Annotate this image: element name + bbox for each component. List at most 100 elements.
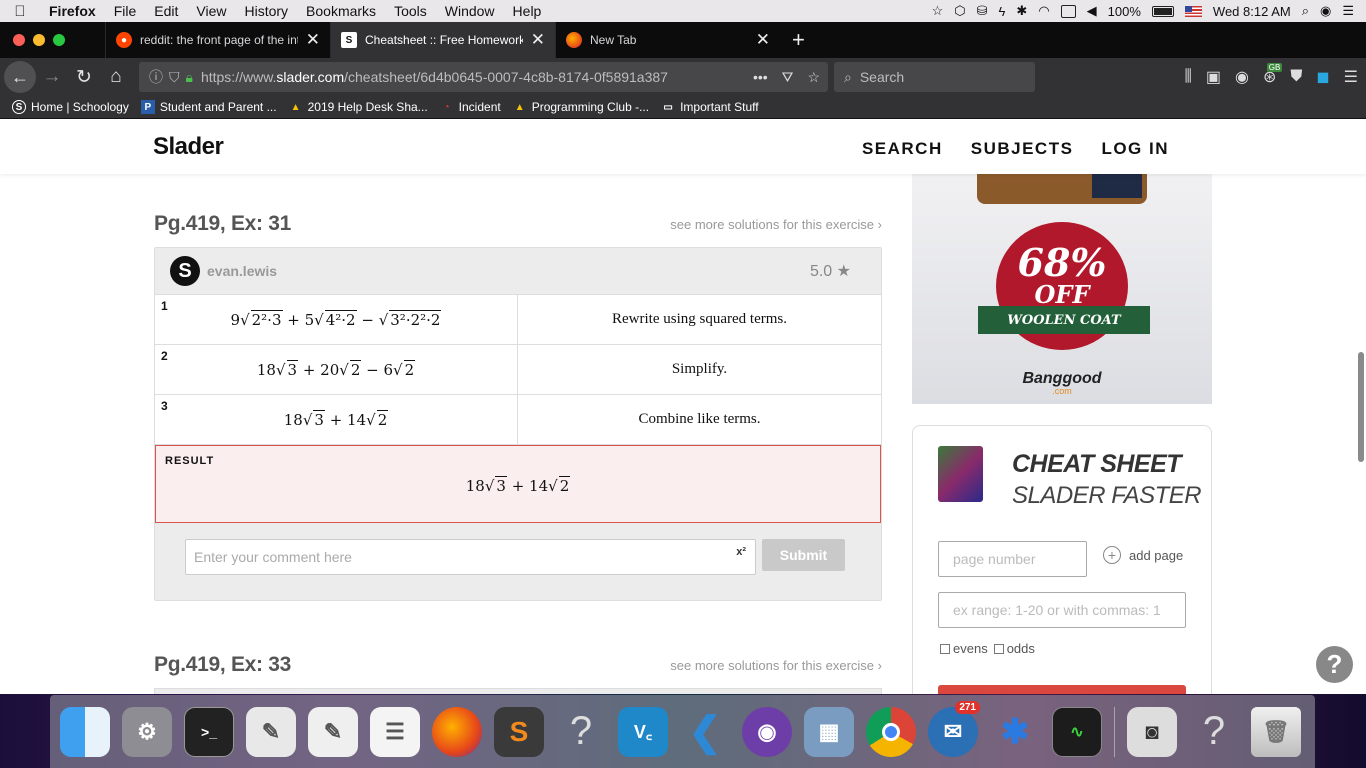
- airmail-icon[interactable]: ✉ 271: [928, 700, 980, 757]
- tab-cheatsheet[interactable]: S Cheatsheet :: Free Homework H ✕: [330, 22, 555, 58]
- preview-icon[interactable]: ▦: [804, 706, 854, 757]
- generate-button[interactable]: [938, 685, 1186, 694]
- page-number-input[interactable]: page number: [938, 541, 1087, 577]
- exercise-range-input[interactable]: ex range: 1-20 or with commas: 1: [938, 592, 1186, 628]
- search-input[interactable]: ⌕ Search: [834, 62, 1035, 92]
- tracking-shield-icon[interactable]: ⛉: [169, 69, 180, 86]
- avatar[interactable]: S: [170, 256, 200, 286]
- menu-app-name[interactable]: Firefox: [40, 3, 105, 19]
- unknown-app-icon[interactable]: ?: [556, 707, 606, 757]
- firefox-icon[interactable]: [432, 706, 482, 757]
- script-editor-icon[interactable]: ✎: [246, 706, 296, 757]
- bookmark-incident[interactable]: ◔ Incident: [440, 100, 501, 114]
- see-more-link[interactable]: see more solutions for this exercise ›: [670, 658, 882, 673]
- siri-icon[interactable]: ◉: [1320, 3, 1331, 19]
- menu-edit[interactable]: Edit: [145, 3, 187, 19]
- advertisement[interactable]: 68% OFF WOOLEN COAT Banggood .com: [912, 174, 1212, 404]
- finder-icon[interactable]: [60, 706, 110, 757]
- tab-reddit[interactable]: ● reddit: the front page of the inte ✕: [105, 22, 330, 58]
- close-tab-icon[interactable]: ✕: [531, 30, 545, 50]
- page-actions-icon[interactable]: •••: [753, 69, 768, 86]
- system-preferences-icon[interactable]: ⚙: [122, 706, 172, 757]
- math-format-button[interactable]: x²: [736, 546, 746, 558]
- star-icon[interactable]: ☆: [932, 3, 944, 19]
- home-button[interactable]: ⌂: [100, 61, 132, 93]
- evens-checkbox[interactable]: evens: [940, 641, 988, 656]
- bolt-icon[interactable]: ϟ: [999, 4, 1006, 19]
- page-scrollbar[interactable]: [1358, 352, 1364, 462]
- volume-icon[interactable]: ◀: [1087, 3, 1097, 19]
- extension-blue-icon[interactable]: ◼: [1316, 67, 1329, 87]
- vnc-viewer-icon[interactable]: V꜀: [618, 706, 668, 757]
- close-window-button[interactable]: [13, 34, 25, 46]
- spotlight-search-icon[interactable]: ⌕: [1302, 3, 1309, 19]
- image-capture-icon[interactable]: ◙: [1127, 706, 1177, 757]
- back-button[interactable]: ←: [4, 61, 36, 93]
- star-icon[interactable]: ★: [837, 263, 851, 280]
- help-button[interactable]: ?: [1316, 646, 1353, 683]
- sublime-text-icon[interactable]: S: [494, 706, 544, 757]
- input-source-flag-icon[interactable]: [1184, 5, 1202, 17]
- textedit-icon[interactable]: ✎: [308, 706, 358, 757]
- bluetooth-icon[interactable]: ✱: [1016, 3, 1027, 19]
- menu-window[interactable]: Window: [436, 3, 504, 19]
- add-page-button[interactable]: + add page: [1103, 546, 1183, 564]
- extension-globe-icon[interactable]: ⊛ GB: [1263, 63, 1283, 87]
- url-text[interactable]: https://www.slader.com/cheatsheet/6d4b06…: [201, 69, 721, 85]
- slader-logo[interactable]: Slader: [153, 133, 224, 161]
- trash-icon[interactable]: 🗑︎: [1251, 706, 1301, 757]
- wifi-icon[interactable]: ◠: [1038, 3, 1049, 19]
- account-icon[interactable]: ◉: [1235, 67, 1249, 87]
- bookmark-schoology[interactable]: S Home | Schoology: [12, 100, 129, 114]
- submit-button[interactable]: Submit: [762, 539, 845, 571]
- see-more-link[interactable]: see more solutions for this exercise ›: [670, 217, 882, 232]
- ublock-icon[interactable]: ⛊: [1290, 68, 1302, 86]
- terminal-icon[interactable]: >_: [184, 706, 234, 757]
- minimize-window-button[interactable]: [33, 34, 45, 46]
- odds-checkbox[interactable]: odds: [993, 641, 1035, 656]
- reload-button[interactable]: ↻: [68, 61, 100, 93]
- apple-menu-icon[interactable]: : [0, 3, 40, 20]
- vscode-icon[interactable]: ❮: [680, 707, 730, 757]
- unknown-file-icon[interactable]: ?: [1189, 707, 1239, 757]
- menu-bookmarks[interactable]: Bookmarks: [297, 3, 385, 19]
- bookmark-star-icon[interactable]: ☆: [807, 69, 820, 86]
- bookmark-important-stuff[interactable]: ▭ Important Stuff: [661, 100, 758, 114]
- cube-icon[interactable]: ⬡: [954, 3, 965, 19]
- nav-subjects[interactable]: SUBJECTS: [971, 139, 1074, 159]
- sidebar-icon[interactable]: ▣: [1206, 67, 1221, 87]
- author-name[interactable]: evan.lewis: [207, 263, 277, 279]
- menu-file[interactable]: File: [105, 3, 146, 19]
- battery-icon[interactable]: [1151, 5, 1174, 17]
- menu-hamburger-icon[interactable]: ☰: [1344, 67, 1358, 87]
- bluetooth-file-exchange-icon[interactable]: ✱: [990, 707, 1040, 757]
- github-desktop-icon[interactable]: ◉: [742, 706, 792, 757]
- nav-search[interactable]: SEARCH: [862, 139, 943, 159]
- info-icon[interactable]: ⓘ: [149, 67, 163, 87]
- library-icon[interactable]: ⫼: [1184, 68, 1191, 86]
- bookmark-student-parent[interactable]: P Student and Parent ...: [140, 100, 277, 114]
- chrome-icon[interactable]: [866, 706, 916, 757]
- menu-help[interactable]: Help: [504, 3, 551, 19]
- new-tab-button[interactable]: +: [780, 22, 817, 58]
- activity-monitor-icon[interactable]: ∿: [1052, 706, 1102, 757]
- bookmark-programming-club[interactable]: ▲ Programming Club -...: [513, 100, 649, 114]
- notification-center-icon[interactable]: ☰: [1342, 3, 1354, 19]
- menu-history[interactable]: History: [235, 3, 297, 19]
- zoom-window-button[interactable]: [53, 34, 65, 46]
- close-tab-icon[interactable]: ✕: [756, 30, 770, 50]
- menu-view[interactable]: View: [187, 3, 235, 19]
- drive-sync-icon[interactable]: ⛁: [977, 3, 988, 19]
- forward-button[interactable]: →: [36, 61, 68, 93]
- url-bar[interactable]: ⓘ ⛉ 🔒︎ https://www.slader.com/cheatsheet…: [139, 62, 828, 92]
- airplay-icon[interactable]: [1060, 4, 1076, 18]
- close-tab-icon[interactable]: ✕: [306, 30, 320, 50]
- lock-icon[interactable]: 🔒︎: [186, 69, 193, 86]
- comment-input[interactable]: Enter your comment here x²: [185, 539, 756, 575]
- clock[interactable]: Wed 8:12 AM: [1213, 4, 1291, 19]
- nav-log-in[interactable]: LOG IN: [1101, 139, 1169, 159]
- menu-tools[interactable]: Tools: [385, 3, 436, 19]
- bookmark-help-desk[interactable]: ▲ 2019 Help Desk Sha...: [289, 100, 428, 114]
- pocket-icon[interactable]: ⛛: [782, 69, 794, 86]
- notes-icon[interactable]: ☰: [370, 706, 420, 757]
